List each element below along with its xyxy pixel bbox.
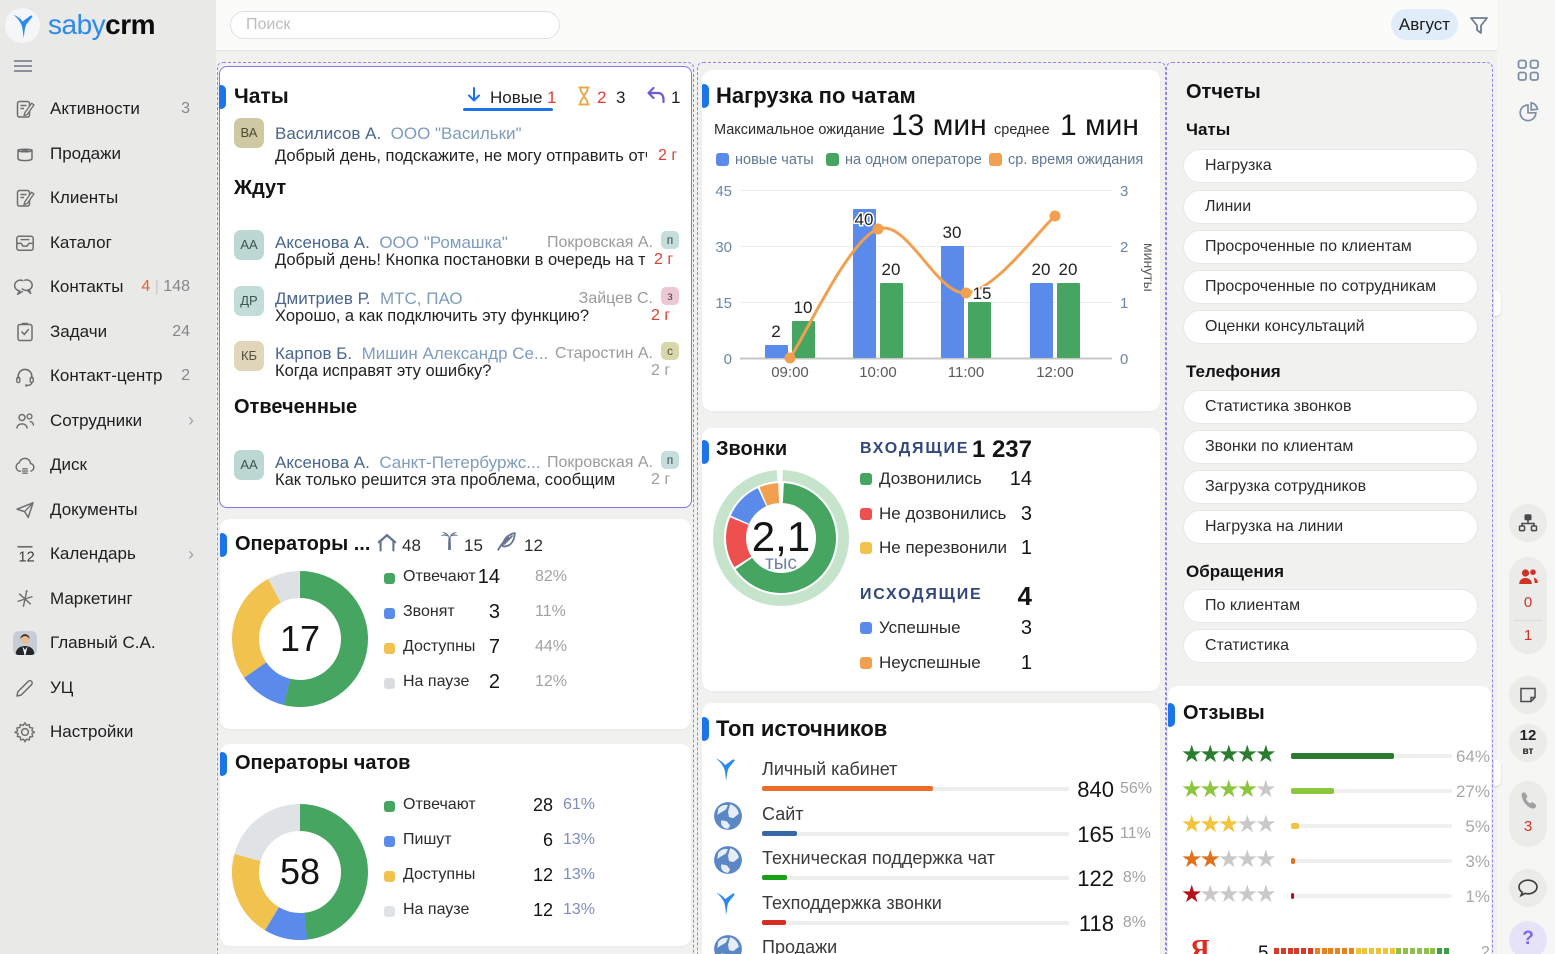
svg-text:1: 1 (1120, 295, 1128, 312)
svg-text:20: 20 (1032, 260, 1051, 279)
svg-text:10:00: 10:00 (859, 364, 897, 381)
svg-text:09:00: 09:00 (771, 364, 809, 381)
svg-text:11:00: 11:00 (948, 364, 984, 381)
svg-text:12: 12 (19, 550, 35, 566)
svg-text:2: 2 (771, 322, 780, 341)
svg-text:10: 10 (794, 298, 813, 317)
svg-text:30: 30 (943, 223, 962, 242)
svg-text:15: 15 (715, 295, 732, 312)
svg-text:20: 20 (1059, 260, 1078, 279)
svg-text:20: 20 (882, 260, 901, 279)
svg-text:2: 2 (1120, 239, 1128, 256)
svg-text:30: 30 (715, 239, 732, 256)
svg-text:45: 45 (715, 183, 732, 200)
svg-text:0: 0 (1120, 351, 1128, 368)
svg-text:минуты: минуты (1141, 243, 1157, 292)
svg-text:3: 3 (1120, 183, 1128, 200)
svg-text:40: 40 (855, 210, 874, 229)
svg-text:15: 15 (973, 284, 992, 303)
svg-text:0: 0 (724, 351, 732, 368)
svg-text:12:00: 12:00 (1036, 364, 1074, 381)
